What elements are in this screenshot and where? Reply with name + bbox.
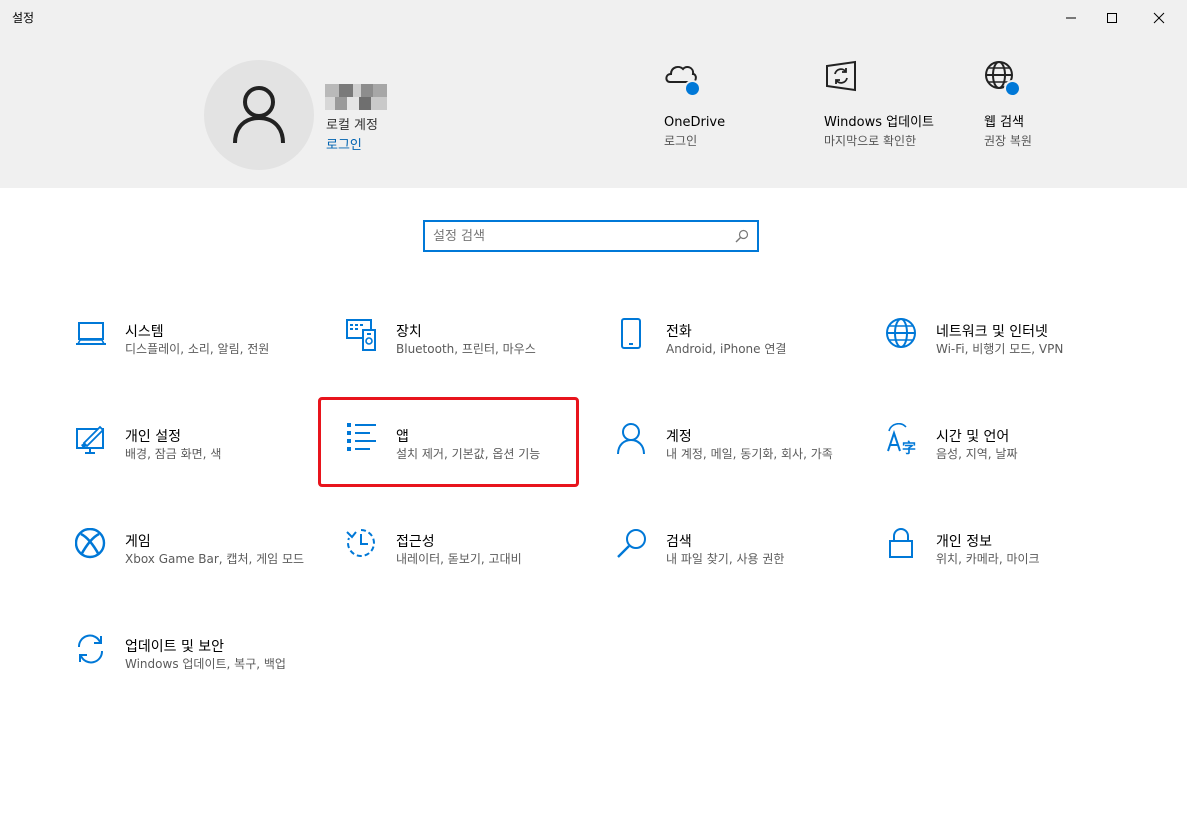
tile-personalization[interactable]: 개인 설정 배경, 잠금 화면, 색 bbox=[75, 423, 325, 493]
close-icon bbox=[1153, 12, 1165, 24]
tile-description: 음성, 지역, 날짜 bbox=[936, 447, 1018, 461]
login-link[interactable]: 로그인 bbox=[326, 134, 362, 153]
maximize-icon bbox=[1107, 13, 1117, 23]
lock-icon bbox=[889, 528, 913, 558]
tile-description: 내레이터, 돋보기, 고대비 bbox=[396, 552, 522, 566]
windows-update-icon bbox=[824, 60, 858, 96]
settings-search-box[interactable] bbox=[423, 220, 759, 252]
minimize-button[interactable] bbox=[1048, 0, 1094, 36]
tile-description: Wi-Fi, 비행기 모드, VPN bbox=[936, 342, 1064, 356]
web-search-title: 웹 검색 bbox=[984, 115, 1025, 130]
account-type: 로컬 계정 bbox=[326, 118, 378, 133]
highlight-box bbox=[318, 397, 579, 487]
windows-update-title: Windows 업데이트 bbox=[824, 115, 935, 130]
laptop-icon bbox=[76, 322, 106, 345]
tile-accessibility[interactable]: 접근성 내레이터, 돋보기, 고대비 bbox=[346, 528, 596, 598]
tile-update-security[interactable]: 업데이트 및 보안 Windows 업데이트, 복구, 백업 bbox=[75, 633, 325, 703]
tile-network[interactable]: 네트워크 및 인터넷 Wi-Fi, 비행기 모드, VPN bbox=[886, 318, 1136, 388]
tile-description: 내 파일 찾기, 사용 권한 bbox=[666, 552, 785, 566]
tile-title: 게임 bbox=[125, 534, 151, 550]
tile-phone[interactable]: 전화 Android, iPhone 연결 bbox=[616, 318, 866, 388]
tile-search[interactable]: 검색 내 파일 찾기, 사용 권한 bbox=[616, 528, 866, 598]
time-language-icon: 字 bbox=[887, 423, 916, 457]
globe-icon bbox=[886, 318, 916, 348]
user-icon bbox=[233, 86, 285, 144]
phone-icon bbox=[621, 318, 641, 349]
tile-title: 전화 bbox=[666, 324, 692, 340]
person-icon bbox=[617, 423, 645, 455]
minimize-icon bbox=[1066, 17, 1076, 19]
account-name-blurred bbox=[325, 84, 387, 110]
sync-icon bbox=[77, 634, 104, 664]
tile-description: 배경, 잠금 화면, 색 bbox=[125, 447, 222, 461]
windows-update-subtitle: 마지막으로 확인한 bbox=[824, 134, 917, 148]
globe-icon bbox=[984, 60, 1021, 97]
header-item-onedrive[interactable]: OneDrive 로그인 bbox=[664, 60, 725, 150]
maximize-button[interactable] bbox=[1089, 0, 1135, 36]
tile-title: 네트워크 및 인터넷 bbox=[936, 324, 1048, 340]
tile-title: 개인 설정 bbox=[125, 429, 181, 445]
tile-description: 디스플레이, 소리, 알림, 전원 bbox=[125, 342, 270, 356]
tile-time-language[interactable]: 字 시간 및 언어 음성, 지역, 날짜 bbox=[886, 423, 1136, 493]
tile-accounts[interactable]: 계정 내 계정, 메일, 동기화, 회사, 가족 bbox=[616, 423, 866, 493]
onedrive-title: OneDrive bbox=[664, 115, 726, 130]
onedrive-icon bbox=[664, 60, 701, 97]
status-dot bbox=[684, 80, 701, 97]
tile-title: 시간 및 언어 bbox=[936, 429, 1010, 445]
tile-privacy[interactable]: 개인 정보 위치, 카메라, 마이크 bbox=[886, 528, 1136, 598]
accessibility-icon bbox=[346, 529, 375, 557]
header-item-windows-update[interactable]: Windows 업데이트 마지막으로 확인한 bbox=[824, 60, 944, 150]
title-bar: 설정 bbox=[0, 0, 1187, 36]
tile-title: 계정 bbox=[666, 429, 692, 445]
svg-text:字: 字 bbox=[902, 440, 916, 457]
tile-system[interactable]: 시스템 디스플레이, 소리, 알림, 전원 bbox=[75, 318, 325, 388]
close-button[interactable] bbox=[1136, 0, 1182, 36]
tile-title: 업데이트 및 보안 bbox=[125, 639, 225, 655]
personalization-icon bbox=[76, 425, 105, 454]
status-dot bbox=[1004, 80, 1021, 97]
xbox-icon bbox=[75, 528, 106, 559]
tile-title: 검색 bbox=[666, 534, 692, 550]
search-icon bbox=[617, 529, 646, 558]
tile-description: Windows 업데이트, 복구, 백업 bbox=[125, 657, 286, 671]
tile-gaming[interactable]: 게임 Xbox Game Bar, 캡처, 게임 모드 bbox=[75, 528, 325, 598]
tile-description: Xbox Game Bar, 캡처, 게임 모드 bbox=[125, 552, 305, 566]
tile-title: 접근성 bbox=[396, 534, 435, 550]
tile-description: 위치, 카메라, 마이크 bbox=[936, 552, 1040, 566]
tile-title: 개인 정보 bbox=[936, 534, 992, 550]
header-item-web-search[interactable]: 웹 검색 권장 복원 bbox=[984, 60, 1032, 150]
web-search-subtitle: 권장 복원 bbox=[984, 134, 1032, 148]
tile-description: 내 계정, 메일, 동기화, 회사, 가족 bbox=[666, 447, 833, 461]
tile-description: Bluetooth, 프린터, 마우스 bbox=[396, 342, 536, 356]
onedrive-subtitle: 로그인 bbox=[664, 134, 698, 148]
search-icon[interactable] bbox=[735, 229, 749, 243]
tile-description: Android, iPhone 연결 bbox=[666, 342, 787, 356]
search-input[interactable] bbox=[433, 226, 723, 246]
tile-devices[interactable]: 장치 Bluetooth, 프린터, 마우스 bbox=[346, 318, 596, 388]
tile-title: 시스템 bbox=[125, 324, 164, 340]
devices-icon bbox=[346, 319, 376, 351]
window-title: 설정 bbox=[12, 11, 35, 25]
account-header: 로컬 계정 로그인 OneDrive 로그인 Windows 업데이트 마지막으… bbox=[0, 36, 1187, 188]
settings-window: 설정 로컬 계정 로그인 OneDrive 로그인 Windows 업데이트 마… bbox=[0, 0, 1187, 818]
avatar[interactable] bbox=[204, 60, 314, 170]
tile-title: 장치 bbox=[396, 324, 422, 340]
